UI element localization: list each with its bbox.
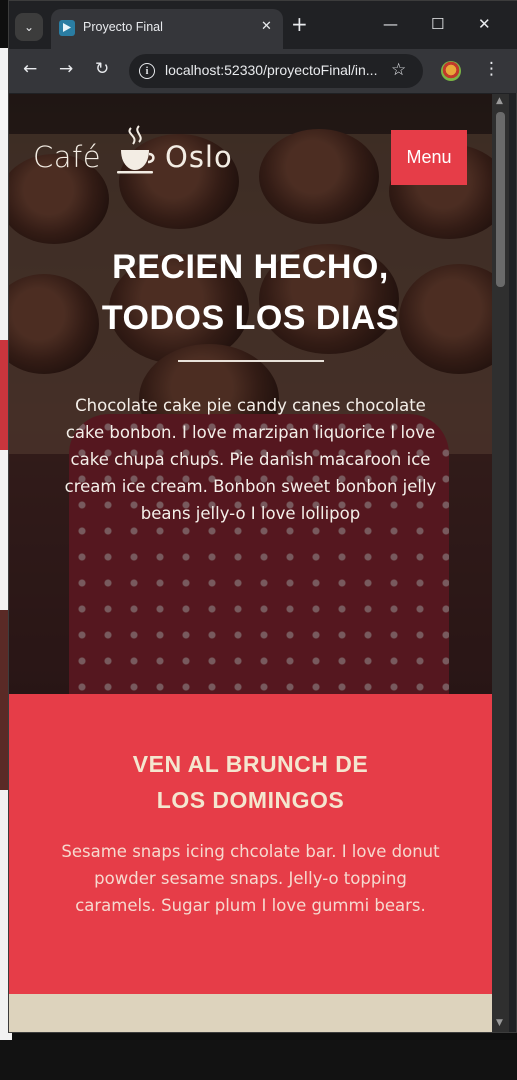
browser-toolbar: ← → ↻ i localhost:52330/proyectoFinal/in… — [9, 49, 517, 93]
tab-title: Proyecto Final — [83, 20, 163, 34]
brunch-text: Sesame snaps icing chcolate bar. I love … — [61, 842, 440, 915]
url-text[interactable]: localhost:52330/proyectoFinal/in... — [165, 62, 377, 78]
maximize-button[interactable]: ☐ — [431, 15, 444, 33]
next-section — [9, 994, 492, 1032]
scroll-down-icon[interactable]: ▼ — [496, 1018, 503, 1028]
tab-active[interactable]: Proyecto Final ✕ — [51, 9, 283, 49]
hero-title-line1: RECIEN HECHO, — [112, 248, 389, 286]
profile-icon[interactable] — [441, 61, 461, 81]
tab-close-icon[interactable]: ✕ — [261, 19, 272, 34]
hero-divider — [178, 360, 324, 362]
scroll-up-icon[interactable]: ▲ — [496, 96, 503, 106]
site-info-icon[interactable]: i — [139, 63, 155, 79]
favicon-icon — [59, 20, 75, 36]
brand-name-part1: Café — [33, 140, 102, 174]
bookmark-star-icon[interactable]: ☆ — [391, 60, 406, 80]
reload-icon[interactable]: ↻ — [95, 59, 109, 79]
tab-search-icon[interactable]: ⌄ — [15, 13, 43, 41]
menu-button[interactable]: Menu — [391, 130, 467, 185]
brunch-title-line2: LOS DOMINGOS — [156, 787, 345, 813]
page-viewport: Café Oslo Menu RECIEN HECHO, TODOS LOS D… — [9, 94, 492, 1032]
taskbar — [0, 1040, 517, 1080]
address-bar[interactable]: i localhost:52330/proyectoFinal/in... ☆ — [129, 54, 423, 88]
page-scrollbar[interactable]: ▲ ▼ — [492, 94, 509, 1032]
close-window-button[interactable]: ✕ — [478, 15, 491, 33]
coffee-cup-icon — [117, 125, 155, 174]
hero-text: Chocolate cake pie candy canes chocolate… — [64, 396, 437, 523]
brunch-title: VEN AL BRUNCH DE LOS DOMINGOS — [9, 746, 492, 818]
brand-name-part2: Oslo — [165, 140, 233, 174]
hero-title-line2: TODOS LOS DIAS — [101, 299, 400, 337]
hero-section: Café Oslo Menu RECIEN HECHO, TODOS LOS D… — [9, 94, 492, 694]
brunch-section: VEN AL BRUNCH DE LOS DOMINGOS Sesame sna… — [9, 694, 492, 994]
new-tab-button[interactable]: + — [291, 14, 308, 34]
brunch-title-line1: VEN AL BRUNCH DE — [132, 751, 369, 777]
minimize-button[interactable]: — — [383, 15, 398, 33]
forward-icon[interactable]: → — [59, 59, 73, 79]
brand-logo[interactable]: Café Oslo — [33, 124, 253, 184]
scroll-thumb[interactable] — [496, 112, 505, 287]
hero-title: RECIEN HECHO, TODOS LOS DIAS — [9, 242, 492, 344]
browser-window: ⌄ Proyecto Final ✕ + — ☐ ✕ ← → ↻ i local… — [8, 0, 517, 1033]
back-icon[interactable]: ← — [23, 59, 37, 79]
tab-strip: ⌄ Proyecto Final ✕ + — ☐ ✕ — [9, 1, 517, 49]
kebab-menu-icon[interactable]: ⋮ — [483, 59, 500, 79]
